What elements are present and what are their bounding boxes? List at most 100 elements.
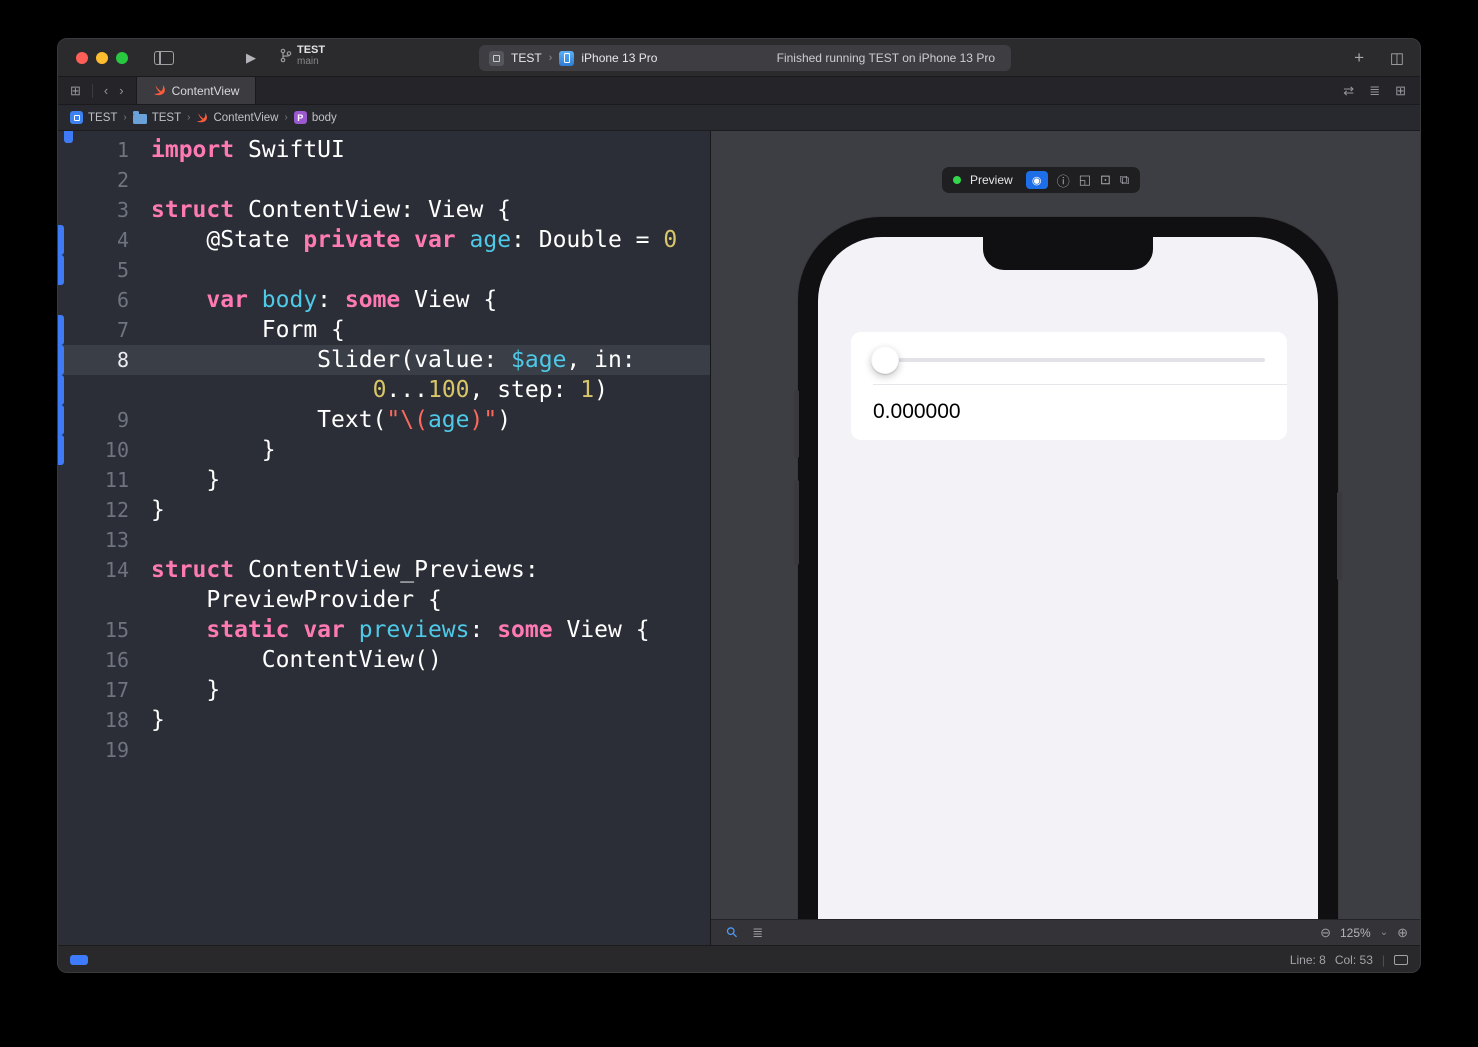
line-number[interactable]: 10 (58, 435, 129, 465)
code-row[interactable]: 15 static var previews: some View { (58, 615, 710, 645)
chevron-icon: › (187, 112, 190, 123)
zoom-out-icon[interactable]: ⊖ (1320, 925, 1331, 941)
breadcrumb-file[interactable]: ContentView (196, 112, 278, 124)
notch (983, 237, 1153, 270)
code-row[interactable]: 16 ContentView() (58, 645, 710, 675)
code-row[interactable]: 12} (58, 495, 710, 525)
live-preview-button[interactable]: ◉ (1026, 171, 1048, 189)
line-number[interactable]: 18 (58, 705, 129, 735)
destination-name[interactable]: iPhone 13 Pro (581, 51, 657, 65)
simulator-icon[interactable] (559, 51, 574, 66)
line-number[interactable] (58, 375, 129, 405)
swift-icon (196, 112, 208, 124)
code-row[interactable]: 19 (58, 735, 710, 765)
breadcrumb-symbol[interactable]: P body (294, 111, 337, 124)
code-row[interactable]: 14struct ContentView_Previews: (58, 555, 710, 585)
related-items-icon[interactable]: ⊞ (70, 83, 81, 99)
line-number[interactable]: 13 (58, 525, 129, 555)
change-bar (58, 585, 64, 615)
code-row[interactable]: 5 (58, 255, 710, 285)
code-row[interactable]: 7 Form { (58, 315, 710, 345)
line-number[interactable]: 1 (58, 135, 129, 165)
add-editor-icon[interactable]: ⊞ (1395, 83, 1406, 99)
line-number[interactable]: 4 (58, 225, 129, 255)
zoom-button[interactable] (116, 52, 128, 64)
target-name[interactable]: TEST (511, 51, 542, 65)
breakpoint-indicator[interactable] (70, 955, 88, 965)
line-number[interactable]: 5 (58, 255, 129, 285)
line-number[interactable]: 6 (58, 285, 129, 315)
code-row[interactable]: 18} (58, 705, 710, 735)
editor-layout-button[interactable]: ◫ (1390, 49, 1404, 67)
line-number[interactable]: 7 (58, 315, 129, 345)
code-row[interactable]: 17 } (58, 675, 710, 705)
line-number[interactable]: 19 (58, 735, 129, 765)
line-number[interactable]: 14 (58, 555, 129, 585)
breadcrumb-label: TEST (88, 112, 117, 124)
iphone-screen[interactable]: 0.000000 (818, 237, 1318, 945)
library-add-button[interactable]: + (1354, 48, 1364, 68)
change-bar (58, 555, 64, 585)
target-icon[interactable] (489, 51, 504, 66)
slider-track[interactable] (873, 358, 1265, 362)
line-number[interactable] (58, 585, 129, 615)
code-row[interactable]: 1import SwiftUI (58, 135, 710, 165)
preview-status-dot (953, 176, 961, 184)
code-row[interactable]: 13 (58, 525, 710, 555)
close-button[interactable] (76, 52, 88, 64)
source-editor[interactable]: 1import SwiftUI23struct ContentView: Vie… (58, 131, 710, 945)
tab-contentview[interactable]: ContentView (136, 77, 257, 104)
display-icon[interactable] (1394, 955, 1408, 965)
line-number[interactable]: 2 (58, 165, 129, 195)
inspect-preview-icon[interactable]: ⓘ (1057, 171, 1070, 190)
zoom-in-icon[interactable]: ⊕ (1397, 925, 1408, 941)
breadcrumb-group[interactable]: TEST (133, 112, 181, 124)
line-number[interactable]: 12 (58, 495, 129, 525)
pin-preview-icon[interactable]: ⚲ (722, 923, 741, 942)
code-row[interactable]: 9 Text("\(age)") (58, 405, 710, 435)
code-line: PreviewProvider { (151, 585, 442, 615)
line-number[interactable]: 8 (58, 345, 129, 375)
code-row[interactable]: 2 (58, 165, 710, 195)
code-row[interactable]: PreviewProvider { (58, 585, 710, 615)
device-settings-icon[interactable]: ⊡ (1100, 172, 1111, 188)
back-button[interactable]: ‹ (104, 83, 108, 98)
navigator-toggle-icon[interactable] (154, 51, 174, 65)
code-row[interactable]: 11 } (58, 465, 710, 495)
minimize-button[interactable] (96, 52, 108, 64)
line-number[interactable]: 9 (58, 405, 129, 435)
breadcrumb-project[interactable]: TEST (70, 111, 117, 124)
tab-label: ContentView (172, 84, 240, 98)
line-number[interactable]: 16 (58, 645, 129, 675)
code-line: } (151, 675, 220, 705)
code-rows: 1import SwiftUI23struct ContentView: Vie… (58, 135, 710, 765)
code-row[interactable]: 6 var body: some View { (58, 285, 710, 315)
preview-toolbar: Preview ◉ ⓘ ◱ ⊡ ⧉ (942, 167, 1140, 193)
orientation-variants-icon[interactable]: ◱ (1079, 172, 1091, 188)
canvas-options-icon[interactable]: ≣ (752, 925, 763, 941)
code-row[interactable]: 0...100, step: 1) (58, 375, 710, 405)
line-number[interactable]: 11 (58, 465, 129, 495)
change-bar (58, 615, 64, 645)
change-bar (58, 495, 64, 525)
zoom-level[interactable]: 125% (1340, 926, 1371, 940)
forward-button[interactable]: › (119, 83, 123, 98)
iphone-preview[interactable]: 0.000000 (797, 216, 1339, 945)
run-button[interactable]: ▶ (246, 50, 256, 66)
line-number[interactable]: 17 (58, 675, 129, 705)
line-number[interactable]: 3 (58, 195, 129, 225)
code-row[interactable]: 3struct ContentView: View { (58, 195, 710, 225)
code-row[interactable]: 8 Slider(value: $age, in: (58, 345, 710, 375)
duplicate-preview-icon[interactable]: ⧉ (1120, 172, 1129, 188)
line-number[interactable]: 15 (58, 615, 129, 645)
code-line: } (151, 465, 220, 495)
scheme-branch[interactable]: TEST main (280, 44, 325, 67)
change-bar (58, 435, 64, 465)
code-review-icon[interactable]: ⇄ (1343, 83, 1354, 99)
canvas-bottom-bar: ⚲ ≣ ⊖ 125% ⌄ ⊕ (711, 919, 1420, 945)
code-row[interactable]: 4 @State private var age: Double = 0 (58, 225, 710, 255)
editor-options-icon[interactable]: ≣ (1369, 83, 1380, 99)
slider-thumb[interactable] (871, 346, 899, 374)
code-row[interactable]: 10 } (58, 435, 710, 465)
desktop: { "colors": { "accent_blue": "#3F7BF6", … (0, 0, 1478, 1047)
